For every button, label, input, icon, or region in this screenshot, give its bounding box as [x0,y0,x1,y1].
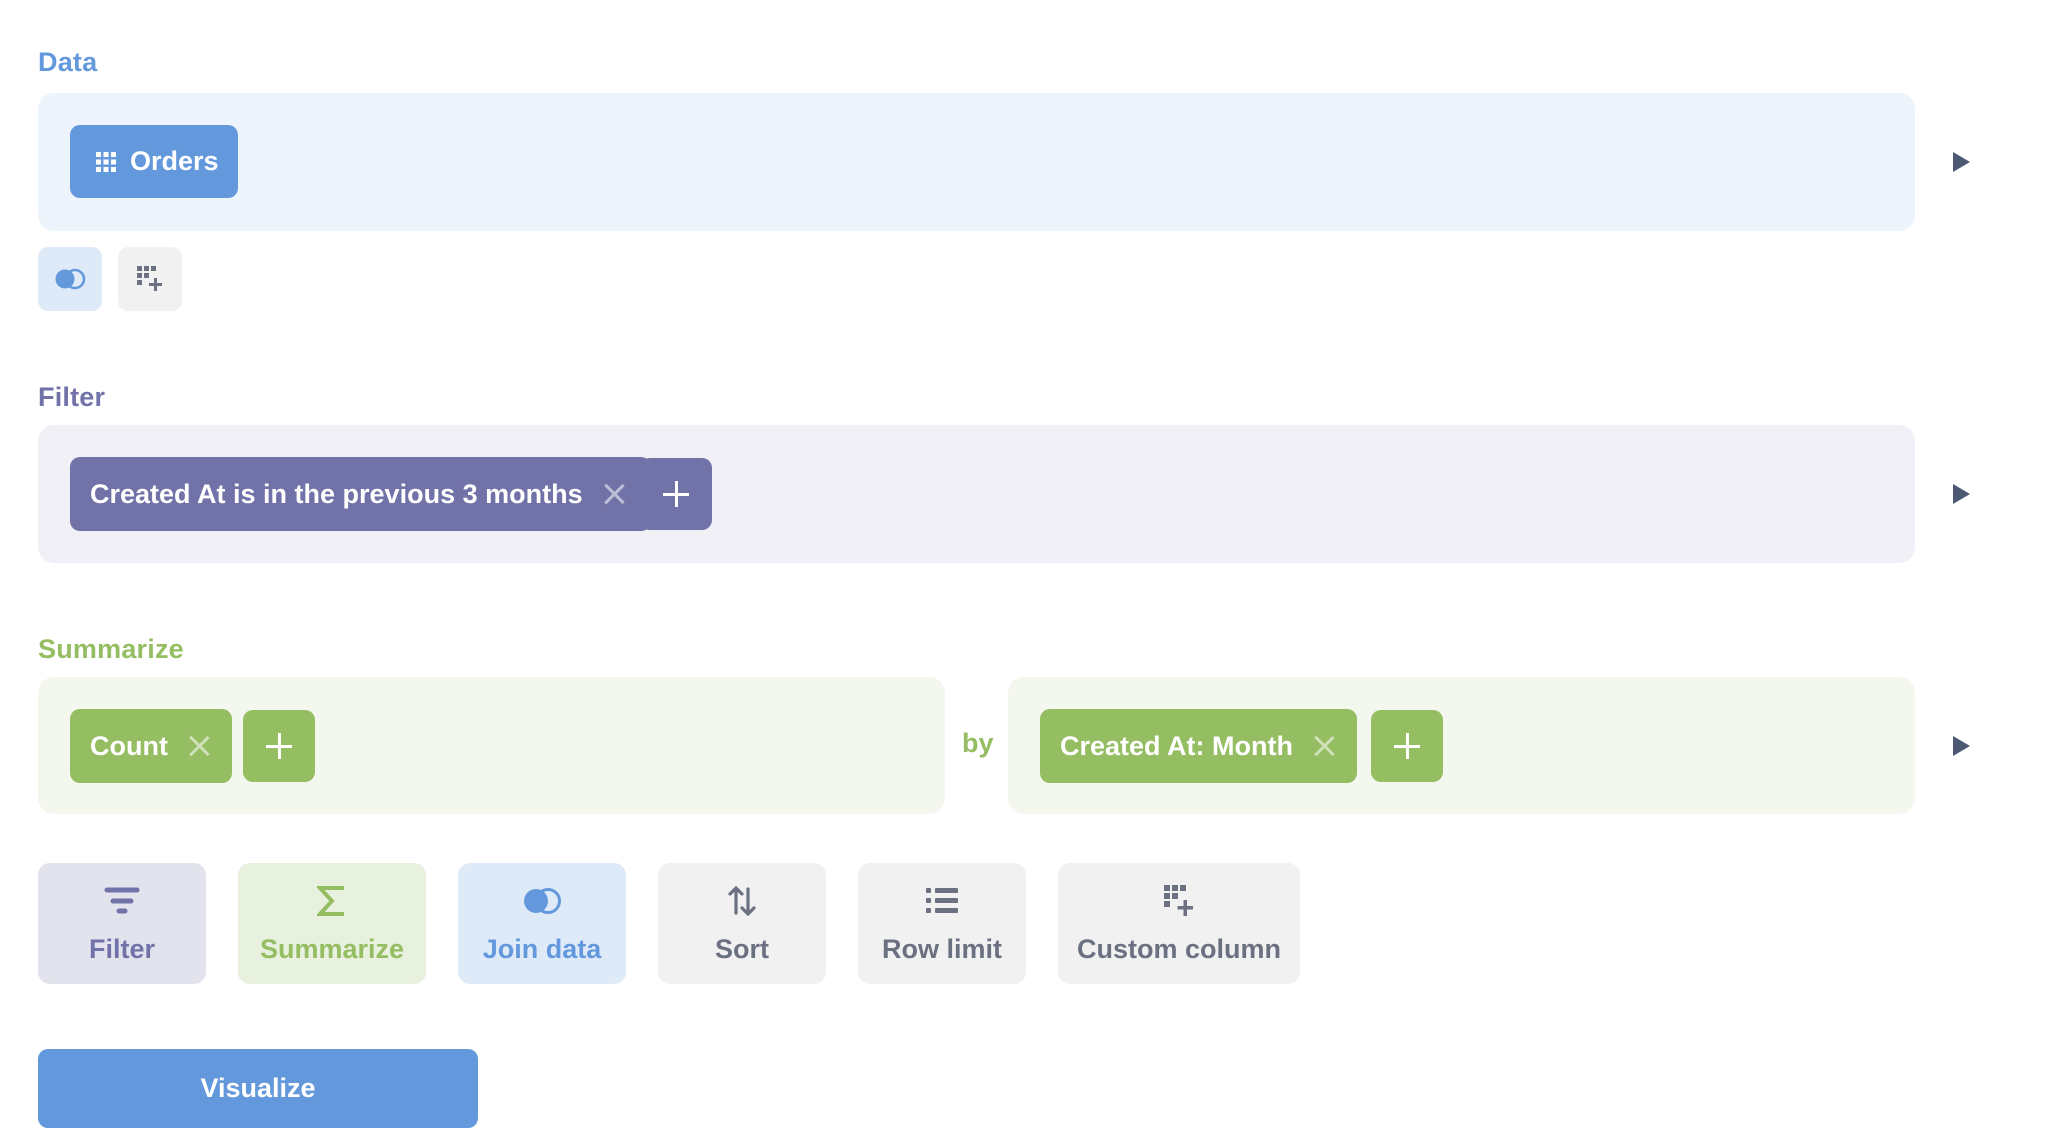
table-grid-icon [96,151,116,172]
sigma-icon [317,886,344,916]
action-join-button[interactable]: Join data [458,863,626,984]
data-section-label: Data [38,47,98,77]
sort-icon [728,886,756,916]
by-label: by [962,728,994,758]
add-filter-button[interactable] [640,458,712,530]
action-row-limit-label: Row limit [882,934,1002,964]
data-source-pill[interactable]: Orders [70,125,238,198]
plus-icon [1394,733,1420,759]
data-preview-play-icon[interactable] [1953,152,1970,172]
action-summarize-label: Summarize [259,934,405,964]
breakout-pill-label: Created At: Month [1060,730,1293,761]
close-icon[interactable] [1313,735,1335,757]
metric-pill-label: Count [90,730,168,761]
action-summarize-button[interactable]: Summarize [238,863,426,984]
action-join-label: Join data [482,934,602,964]
join-data-button[interactable] [38,247,102,311]
filter-pill-label: Created At is in the previous 3 months [90,478,583,509]
custom-column-button[interactable] [118,247,182,311]
data-source-label: Orders [130,146,219,176]
action-filter-label: Filter [88,934,155,964]
filter-pill[interactable]: Created At is in the previous 3 months [70,457,651,531]
add-breakout-button[interactable] [1371,710,1443,782]
data-source-box: Orders [38,93,1915,231]
breakout-pill[interactable]: Created At: Month [1040,709,1357,783]
add-column-icon [137,266,162,291]
list-icon [926,888,958,913]
filter-icon [104,887,140,914]
action-custom-column-label: Custom column [1076,934,1281,964]
action-sort-button[interactable]: Sort [658,863,826,984]
summarize-preview-play-icon[interactable] [1953,736,1970,756]
visualize-button[interactable]: Visualize [38,1049,478,1128]
filter-preview-play-icon[interactable] [1953,484,1970,504]
action-filter-button[interactable]: Filter [38,863,206,984]
close-icon[interactable] [603,483,625,505]
filter-box: Created At is in the previous 3 months [38,425,1915,563]
add-column-icon [1164,885,1193,916]
plus-icon [266,733,292,759]
action-row-limit-button[interactable]: Row limit [858,863,1026,984]
join-icon [524,888,561,914]
metric-pill[interactable]: Count [70,709,232,783]
action-sort-label: Sort [715,934,769,964]
breakouts-box: Created At: Month [1008,677,1915,814]
action-custom-column-button[interactable]: Custom column [1058,863,1300,984]
close-icon[interactable] [188,735,210,757]
metrics-box: Count [38,677,945,814]
plus-icon [663,481,689,507]
join-icon [55,268,86,290]
summarize-section-label: Summarize [38,634,184,664]
filter-section-label: Filter [38,382,106,412]
add-metric-button[interactable] [243,710,315,782]
